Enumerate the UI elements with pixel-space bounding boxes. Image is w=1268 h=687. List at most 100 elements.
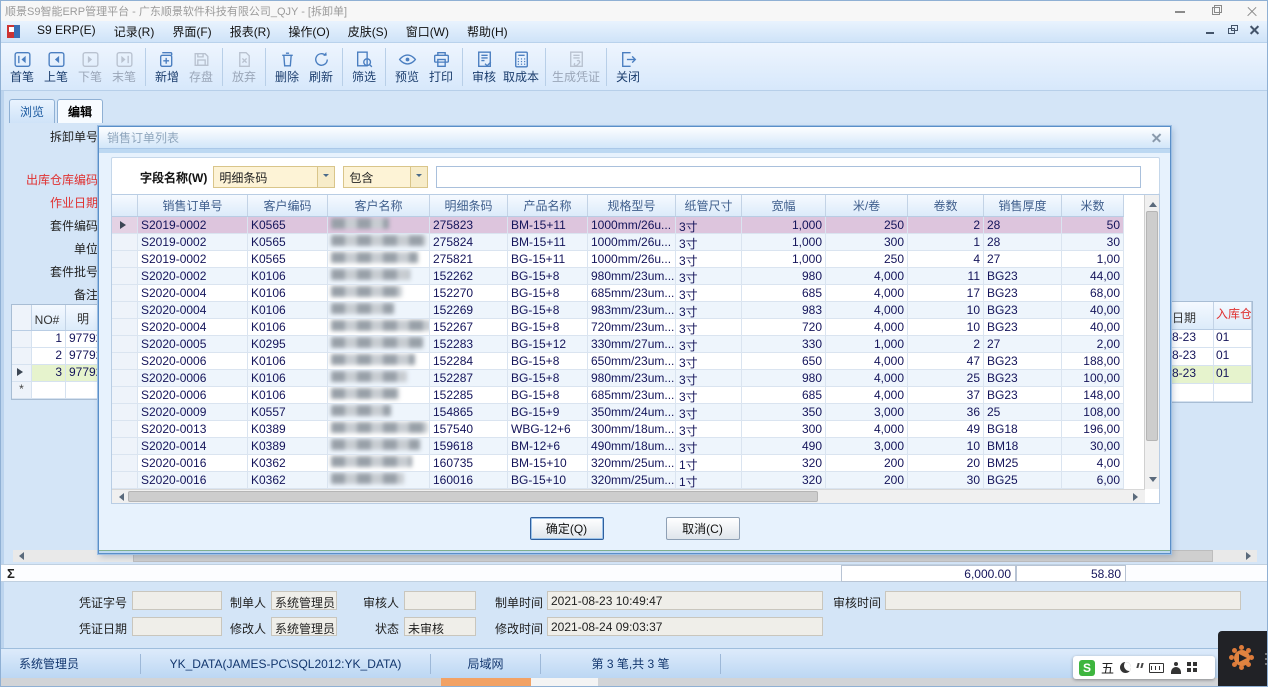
grid-new-row[interactable]: * (12, 382, 98, 399)
grid-row[interactable]: 397792 (12, 365, 98, 382)
cell-米/卷: 4,000 (826, 285, 908, 301)
menu-item-6[interactable]: 窗口(W) (397, 21, 458, 42)
filter-search-input[interactable] (436, 166, 1141, 188)
footer-value-修改时间[interactable]: 2021-08-24 09:03:37 (547, 617, 823, 636)
table-row[interactable]: S2019-0002K0565275821BG-15+111000mm/26u.… (112, 251, 1124, 268)
punctuation-icon[interactable] (1137, 663, 1143, 673)
footer-value-审核人[interactable] (404, 591, 476, 610)
restore-button[interactable] (1209, 4, 1223, 18)
menu-item-0[interactable]: S9 ERP(E) (28, 21, 105, 42)
menu-item-2[interactable]: 界面(F) (163, 21, 220, 42)
grid-row[interactable]: 8-2301 (1170, 366, 1252, 384)
tools-icon[interactable] (1187, 662, 1198, 673)
row-selector (112, 438, 138, 454)
menu-item-5[interactable]: 皮肤(S) (339, 21, 397, 42)
dialog-close-icon[interactable] (1151, 132, 1162, 143)
column-header-1[interactable]: 客户编码 (248, 195, 328, 216)
menu-item-7[interactable]: 帮助(H) (458, 21, 517, 42)
mdi-restore-button[interactable] (1227, 24, 1239, 36)
table-row[interactable]: S2020-0004K0106152270BG-15+8685mm/23um..… (112, 285, 1124, 302)
toolbar-button-first[interactable]: 首笔 (5, 48, 39, 85)
grid-row[interactable]: 297792 (12, 348, 98, 365)
footer-value-制单时间[interactable]: 2021-08-23 10:49:47 (547, 591, 823, 610)
column-header-10[interactable]: 销售厚度 (984, 195, 1062, 216)
scrollbar-thumb[interactable] (128, 491, 818, 502)
footer-value-修改人[interactable]: 系统管理员 (271, 617, 337, 636)
scroll-up-icon[interactable] (1145, 195, 1160, 210)
scroll-left-icon[interactable] (15, 552, 24, 560)
table-row[interactable]: S2020-0004K0106152269BG-15+8983mm/23um..… (112, 302, 1124, 319)
table-row[interactable]: S2020-0005K0295152283BG-15+12330mm/27um.… (112, 336, 1124, 353)
taskbar-item[interactable] (531, 678, 598, 687)
table-row[interactable]: S2020-0004K0106152267BG-15+8720mm/23um..… (112, 319, 1124, 336)
toolbar-button-preview[interactable]: 预览 (390, 48, 424, 85)
menu-item-4[interactable]: 操作(O) (279, 21, 338, 42)
toolbar-button-audit[interactable]: 审核 (467, 48, 501, 85)
minimize-button[interactable] (1173, 4, 1187, 18)
column-header-6[interactable]: 纸管尺寸 (676, 195, 742, 216)
column-header-7[interactable]: 宽幅 (742, 195, 826, 216)
wubi-mode-icon[interactable]: 五 (1101, 658, 1114, 677)
column-header-3[interactable]: 明细条码 (430, 195, 508, 216)
mdi-close-button[interactable] (1249, 24, 1261, 36)
table-vertical-scrollbar[interactable] (1144, 195, 1159, 489)
table-horizontal-scrollbar[interactable] (112, 489, 1145, 503)
footer-value-审核时间[interactable] (885, 591, 1241, 610)
scroll-down-icon[interactable] (1145, 474, 1160, 489)
scroll-left-icon[interactable] (112, 490, 127, 503)
person-icon[interactable] (1170, 662, 1181, 674)
footer-value-状态[interactable]: 未审核 (404, 617, 476, 636)
close-button[interactable] (1245, 4, 1259, 18)
mdi-minimize-button[interactable] (1205, 24, 1217, 36)
redacted-customer-name (331, 422, 428, 433)
column-header-2[interactable]: 客户名称 (328, 195, 430, 216)
menu-item-3[interactable]: 报表(R) (221, 21, 280, 42)
toolbar-button-cost[interactable]: 取成本 (501, 48, 541, 85)
column-header-5[interactable]: 规格型号 (588, 195, 676, 216)
table-row[interactable]: S2020-0014K0389159618BM-12+6490mm/18um..… (112, 438, 1124, 455)
table-row[interactable]: S2020-0016K0362160016BG-15+10320mm/25um.… (112, 472, 1124, 489)
toolbar-button-close[interactable]: 关闭 (611, 48, 645, 85)
column-header-9[interactable]: 卷数 (908, 195, 984, 216)
column-header-4[interactable]: 产品名称 (508, 195, 588, 216)
table-row[interactable]: S2020-0006K0106152285BG-15+8685mm/23um..… (112, 387, 1124, 404)
toolbar-button-prev[interactable]: 上笔 (39, 48, 73, 85)
table-row[interactable]: S2020-0002K0106152262BG-15+8980mm/23um..… (112, 268, 1124, 285)
toolbar-button-filter[interactable]: 筛选 (347, 48, 381, 85)
scroll-right-icon[interactable] (1246, 552, 1255, 560)
table-row[interactable]: S2020-0016K0362160735BM-15+10320mm/25um.… (112, 455, 1124, 472)
grid-row[interactable]: 197792 (12, 331, 98, 348)
ok-button[interactable]: 确定(Q) (530, 517, 604, 540)
table-row[interactable]: S2020-0013K0389157540WBG-12+6300mm/18um.… (112, 421, 1124, 438)
grid-empty-row[interactable] (1170, 384, 1252, 402)
chevron-down-icon[interactable] (317, 167, 334, 187)
grid-row[interactable]: 8-2301 (1170, 348, 1252, 366)
cancel-button[interactable]: 取消(C) (666, 517, 740, 540)
toolbar-button-refresh[interactable]: 刷新 (304, 48, 338, 85)
moon-icon[interactable] (1120, 662, 1131, 673)
taskbar-item-active[interactable] (441, 678, 531, 687)
filter-operator-select[interactable]: 包含 (343, 166, 428, 188)
column-header-0[interactable]: 销售订单号 (138, 195, 248, 216)
table-row[interactable]: S2020-0009K0557154865BG-15+9350mm/24um..… (112, 404, 1124, 421)
toolbar-button-print[interactable]: 打印 (424, 48, 458, 85)
chevron-down-icon[interactable] (410, 167, 427, 187)
toolbar-button-del[interactable]: 删除 (270, 48, 304, 85)
grid-row[interactable]: 8-2301 (1170, 330, 1252, 348)
column-header-8[interactable]: 米/卷 (826, 195, 908, 216)
menu-item-1[interactable]: 记录(R) (105, 21, 164, 42)
table-row[interactable]: S2020-0006K0106152284BG-15+8650mm/23um..… (112, 353, 1124, 370)
keyboard-icon[interactable] (1149, 663, 1164, 673)
sogou-logo-icon[interactable]: S (1079, 660, 1095, 676)
footer-value-制单人[interactable]: 系统管理员 (271, 591, 337, 610)
table-row[interactable]: S2019-0002K0565275824BM-15+111000mm/26u.… (112, 234, 1124, 251)
column-header-11[interactable]: 米数 (1062, 195, 1124, 216)
tab-browse[interactable]: 浏览 (9, 99, 55, 123)
table-row[interactable]: S2019-0002K0565275823BM-15+111000mm/26u.… (112, 217, 1124, 234)
scrollbar-thumb[interactable] (1146, 211, 1158, 441)
toolbar-button-add[interactable]: 新增 (150, 48, 184, 85)
scroll-right-icon[interactable] (1130, 490, 1145, 503)
tab-edit[interactable]: 编辑 (57, 99, 103, 123)
table-row[interactable]: S2020-0006K0106152287BG-15+8980mm/23um..… (112, 370, 1124, 387)
filter-field-select[interactable]: 明细条码 (213, 166, 335, 188)
